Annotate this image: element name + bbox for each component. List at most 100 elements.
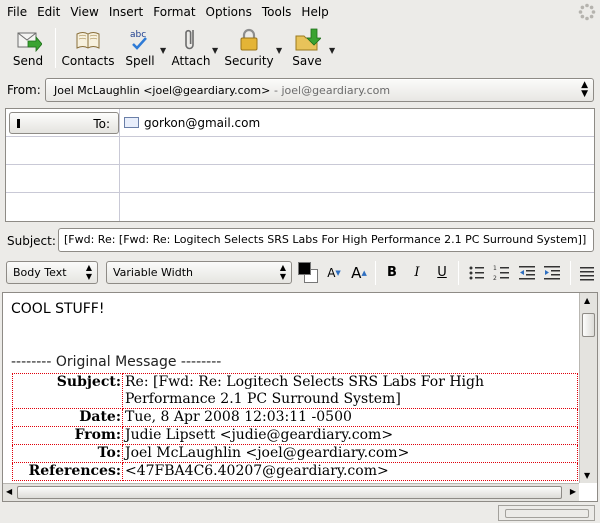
horizontal-scrollbar[interactable]: ◀ ▶ <box>3 483 579 501</box>
text-color-swatch[interactable] <box>298 262 311 275</box>
from-account: - joel@geardiary.com <box>274 84 391 97</box>
attach-dropdown-icon[interactable]: ▼ <box>212 46 218 55</box>
scroll-up-icon[interactable]: ▲ <box>584 296 590 305</box>
italic-button[interactable]: I <box>406 262 428 284</box>
menu-bar: File Edit View Insert Format Options Too… <box>0 0 600 24</box>
attach-button[interactable]: Attach <box>171 24 211 72</box>
spell-button[interactable]: abc Spell <box>120 24 160 72</box>
header-key: Subject: <box>12 373 123 409</box>
recipient-row-empty[interactable] <box>6 165 594 193</box>
menu-edit[interactable]: Edit <box>32 0 65 24</box>
contacts-button[interactable]: Contacts <box>62 24 114 72</box>
recipient-row-empty[interactable] <box>6 193 594 221</box>
header-key: To: <box>12 444 123 463</box>
updown-arrows-icon: ▲ ▼ <box>581 80 588 99</box>
smaller-font-button[interactable]: A▼ <box>323 262 345 284</box>
header-key: Date: <box>12 408 123 427</box>
send-label: Send <box>12 54 44 68</box>
font-value: Variable Width <box>113 266 193 279</box>
font-select[interactable]: Variable Width ▲ ▼ <box>106 261 292 284</box>
horizontal-scroll-thumb[interactable] <box>17 486 562 499</box>
send-icon <box>17 32 42 53</box>
table-row: To: Joel McLaughlin <joel@geardiary.com> <box>12 444 578 463</box>
align-icon[interactable] <box>576 262 598 284</box>
recipient-row-empty[interactable] <box>6 137 594 165</box>
menu-options[interactable]: Options <box>201 0 257 24</box>
menu-tools[interactable]: Tools <box>257 0 297 24</box>
scroll-down-icon[interactable]: ▼ <box>584 471 590 480</box>
body-first-line: COOL STUFF! <box>11 301 105 317</box>
table-row: References: <47FBA4C6.40207@geardiary.co… <box>12 462 578 481</box>
vertical-scroll-thumb[interactable] <box>582 313 595 337</box>
lock-icon <box>240 28 258 51</box>
format-toolbar: Body Text ▲ ▼ Variable Width ▲ ▼ A▼ A▲ B I… <box>0 257 600 289</box>
status-bar <box>0 503 600 523</box>
security-label: Security <box>224 54 274 68</box>
menu-format[interactable]: Format <box>148 0 200 24</box>
color-picker[interactable] <box>298 260 320 284</box>
from-select[interactable]: Joel McLaughlin <joel@geardiary.com> - j… <box>45 78 594 102</box>
scroll-left-icon[interactable]: ◀ <box>6 487 12 496</box>
paragraph-format-value: Body Text <box>13 266 67 279</box>
contacts-label: Contacts <box>61 54 115 68</box>
spell-dropdown-icon[interactable]: ▼ <box>160 46 166 55</box>
header-value: Re: [Fwd: Re: Logitech Selects SRS Labs … <box>122 373 578 409</box>
recipient-type-select[interactable]: To: <box>9 112 119 134</box>
subject-value: [Fwd: Re: [Fwd: Re: Logitech Selects SRS… <box>64 233 587 246</box>
original-message-separator: -------- Original Message -------- <box>11 354 222 370</box>
header-value: Joel McLaughlin <joel@geardiary.com> <box>122 444 578 463</box>
subject-input[interactable]: [Fwd: Re: [Fwd: Re: Logitech Selects SRS… <box>58 228 594 252</box>
address-book-icon <box>76 32 100 49</box>
from-identity: Joel McLaughlin <joel@geardiary.com> <box>54 84 271 97</box>
security-button[interactable]: Security <box>224 24 274 72</box>
from-label: From: <box>7 83 41 97</box>
vertical-scrollbar[interactable]: ▲ ▼ <box>579 293 597 483</box>
underline-button[interactable]: U <box>431 262 453 284</box>
recipient-divider <box>119 109 120 221</box>
larger-font-button[interactable]: A▲ <box>348 262 370 284</box>
updown-arrows-icon: ▲ ▼ <box>279 263 286 281</box>
numbered-list-icon[interactable]: 12 <box>491 262 513 284</box>
indent-icon[interactable] <box>541 262 563 284</box>
save-label: Save <box>292 54 322 68</box>
header-value: <47FBA4C6.40207@geardiary.com> <box>122 462 578 481</box>
updown-arrows-icon: ▲ ▼ <box>85 263 92 281</box>
text-cursor-icon <box>17 119 20 128</box>
svg-text:1: 1 <box>493 265 497 272</box>
contact-card-icon <box>124 117 139 128</box>
paragraph-format-select[interactable]: Body Text ▲ ▼ <box>6 261 98 284</box>
table-row: Date: Tue, 8 Apr 2008 12:03:11 -0500 <box>12 408 578 427</box>
save-icon <box>295 28 321 51</box>
menu-insert[interactable]: Insert <box>104 0 148 24</box>
menu-file[interactable]: File <box>0 0 32 24</box>
outdent-icon[interactable] <box>516 262 538 284</box>
menu-help[interactable]: Help <box>296 0 333 24</box>
spell-label: Spell <box>125 54 155 68</box>
attach-label: Attach <box>171 54 211 68</box>
bullet-list-icon[interactable] <box>466 262 488 284</box>
recipient-address[interactable]: gorkon@gmail.com <box>144 116 260 130</box>
recipient-list: To: gorkon@gmail.com <box>5 108 595 222</box>
save-button[interactable]: Save <box>289 24 325 72</box>
subject-label: Subject: <box>7 234 56 248</box>
save-dropdown-icon[interactable]: ▼ <box>329 46 335 55</box>
recipient-type: To: <box>93 117 110 131</box>
throbber-icon <box>578 3 596 21</box>
forwarded-headers-table: Subject: Re: [Fwd: Re: Logitech Selects … <box>12 373 578 481</box>
table-row: From: Judie Lipsett <judie@geardiary.com… <box>12 426 578 445</box>
header-value: Tue, 8 Apr 2008 12:03:11 -0500 <box>122 408 578 427</box>
security-dropdown-icon[interactable]: ▼ <box>276 46 282 55</box>
menu-view[interactable]: View <box>65 0 103 24</box>
send-button[interactable]: Send <box>8 24 48 72</box>
message-body-editor[interactable]: COOL STUFF! -------- Original Message --… <box>2 292 598 502</box>
spellcheck-icon: abc <box>130 30 147 50</box>
recipient-row[interactable]: To: gorkon@gmail.com <box>6 109 594 137</box>
paperclip-icon <box>185 29 194 50</box>
bold-button[interactable]: B <box>381 262 403 284</box>
scroll-right-icon[interactable]: ▶ <box>570 487 576 496</box>
toolbar: Send Contacts abc Spell ▼ Attach ▼ Secur… <box>0 24 600 72</box>
header-key: References: <box>12 462 123 481</box>
svg-text:abc: abc <box>130 30 146 40</box>
svg-text:2: 2 <box>493 275 497 282</box>
progress-panel <box>498 505 595 521</box>
